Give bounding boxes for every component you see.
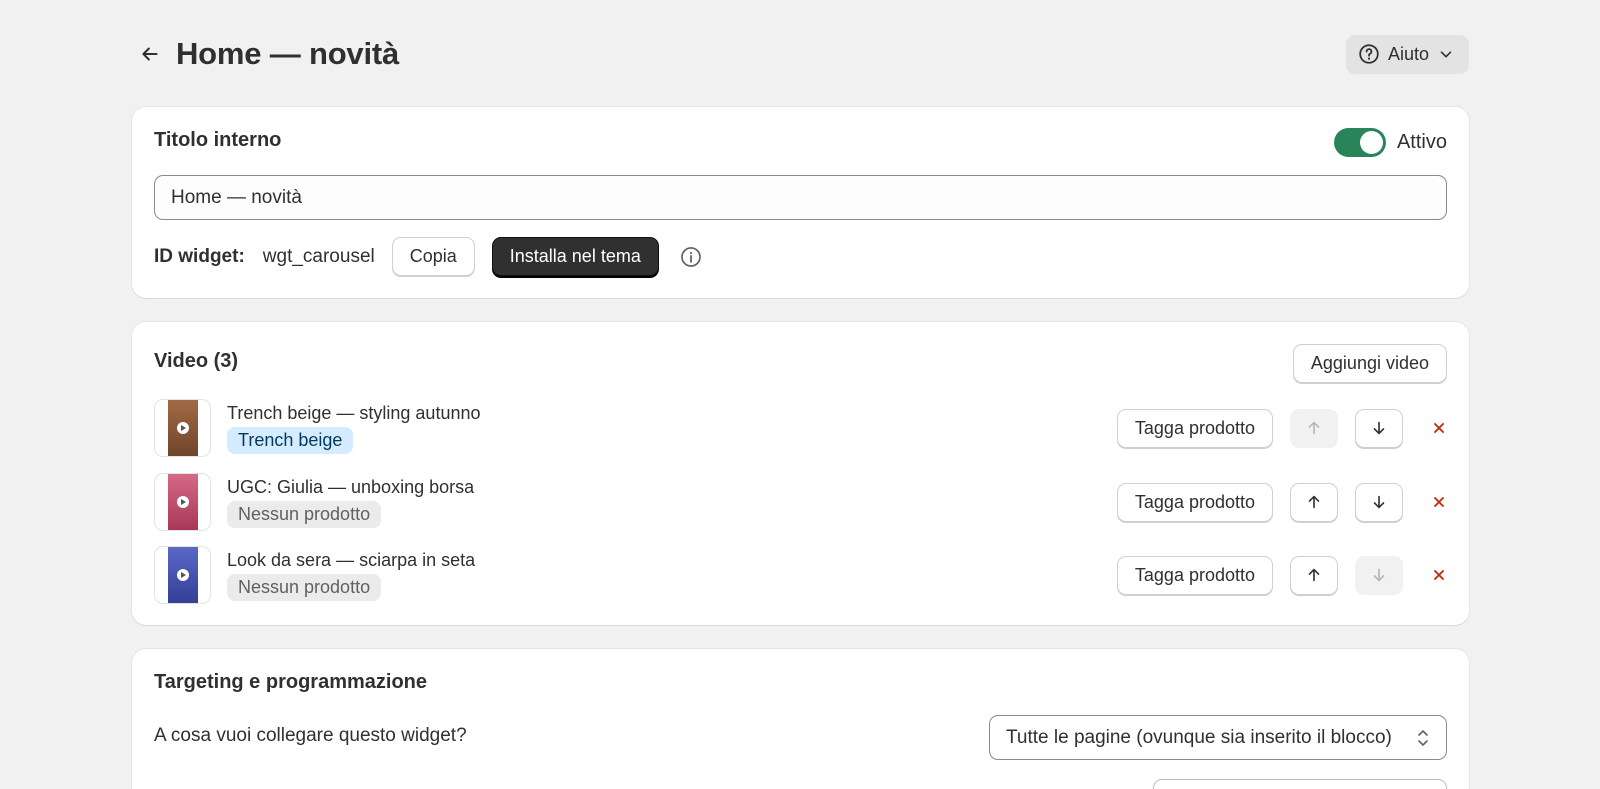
- close-icon: [1434, 497, 1444, 507]
- chevron-down-icon: [1440, 51, 1452, 58]
- arrow-up-icon: [1308, 568, 1320, 582]
- add-video-button[interactable]: Aggiungi video: [1292, 344, 1447, 383]
- arrow-down-icon: [1373, 421, 1385, 435]
- general-card: Titolo interno Attivo ID widget: wgt_car…: [132, 107, 1469, 298]
- tag-product-button[interactable]: Tagga prodotto: [1116, 555, 1273, 595]
- arrow-left-icon: [142, 47, 158, 61]
- page: Home — novità Aiuto Titolo interno Attiv…: [0, 0, 1600, 789]
- widget-id-value: wgt_carousel: [262, 245, 375, 267]
- arrow-up-icon: [1308, 495, 1320, 509]
- delete-video-button[interactable]: [1421, 483, 1447, 522]
- info-button[interactable]: [679, 245, 703, 269]
- page-title: Home — novità: [176, 36, 400, 71]
- arrow-up-icon: [1308, 421, 1320, 435]
- copy-button[interactable]: Copia: [391, 237, 475, 276]
- video-title: Trench beige — styling autunno: [227, 403, 481, 423]
- arrow-down-icon: [1373, 568, 1385, 582]
- play-icon: [176, 422, 189, 434]
- back-button[interactable]: [132, 36, 168, 72]
- video-actions: Tagga prodotto: [1116, 555, 1447, 595]
- product-badge: Nessun prodotto: [227, 501, 382, 528]
- link-target-select[interactable]: Tutte le pagine (ovunque sia inserito il…: [989, 715, 1447, 760]
- video-thumbnail[interactable]: [154, 473, 211, 531]
- move-up-button[interactable]: [1290, 482, 1338, 522]
- move-up-button[interactable]: [1290, 555, 1338, 595]
- active-label: Attivo: [1396, 131, 1447, 153]
- schedule-field[interactable]: [1153, 779, 1447, 789]
- delete-video-button[interactable]: [1421, 409, 1447, 448]
- info-icon: [680, 246, 701, 267]
- thumbnail-image: [167, 474, 198, 530]
- move-down-button[interactable]: [1355, 555, 1403, 595]
- tag-product-button[interactable]: Tagga prodotto: [1116, 482, 1273, 522]
- video-actions: Tagga prodotto: [1116, 408, 1447, 448]
- product-badge: Nessun prodotto: [227, 574, 382, 601]
- page-header: Home — novità Aiuto: [132, 34, 1469, 74]
- arrow-down-icon: [1373, 495, 1385, 509]
- video-title: UGC: Giulia — unboxing borsa: [227, 477, 475, 497]
- tag-product-button[interactable]: Tagga prodotto: [1116, 408, 1273, 448]
- close-icon: [1434, 423, 1444, 433]
- targeting-heading: Targeting e programmazione: [154, 671, 428, 693]
- install-theme-button[interactable]: Installa nel tema: [491, 237, 659, 276]
- targeting-card: Targeting e programmazione A cosa vuoi c…: [132, 649, 1469, 789]
- toggle-knob: [1359, 131, 1383, 154]
- video-row: Look da sera — sciarpa in seta Nessun pr…: [154, 546, 1447, 604]
- move-down-button[interactable]: [1355, 482, 1403, 522]
- close-icon: [1434, 570, 1444, 580]
- thumbnail-image: [167, 547, 198, 603]
- play-icon: [176, 569, 189, 581]
- move-down-button[interactable]: [1355, 408, 1403, 448]
- internal-title-heading: Titolo interno: [154, 129, 282, 151]
- video-thumbnail[interactable]: [154, 546, 211, 604]
- video-thumbnail[interactable]: [154, 399, 211, 457]
- product-badge: Trench beige: [227, 427, 354, 454]
- videos-card: Video (3) Aggiungi video Trench beige — …: [132, 322, 1469, 625]
- video-row: Trench beige — styling autunno Trench be…: [154, 399, 1447, 457]
- play-icon: [176, 496, 189, 508]
- question-circle-icon: [1359, 44, 1379, 64]
- select-value: Tutte le pagine (ovunque sia inserito il…: [1006, 726, 1392, 748]
- help-label: Aiuto: [1387, 43, 1429, 64]
- move-up-button[interactable]: [1290, 408, 1338, 448]
- internal-title-input[interactable]: [154, 175, 1447, 220]
- header-left: Home — novità: [132, 36, 399, 72]
- link-question-label: A cosa vuoi collegare questo widget?: [154, 725, 467, 746]
- help-button[interactable]: Aiuto: [1345, 34, 1469, 74]
- select-chevrons-icon: [1418, 729, 1428, 746]
- thumbnail-image: [167, 400, 198, 456]
- video-row: UGC: Giulia — unboxing borsa Nessun prod…: [154, 473, 1447, 531]
- active-toggle-group: Attivo: [1333, 128, 1447, 157]
- delete-video-button[interactable]: [1421, 556, 1447, 595]
- video-actions: Tagga prodotto: [1116, 482, 1447, 522]
- video-title: Look da sera — sciarpa in seta: [227, 550, 476, 570]
- widget-id-label: ID widget:: [154, 245, 245, 267]
- active-toggle[interactable]: [1333, 128, 1386, 157]
- videos-heading: Video (3): [154, 350, 239, 372]
- widget-id-row: ID widget: wgt_carousel Copia Installa n…: [154, 237, 703, 276]
